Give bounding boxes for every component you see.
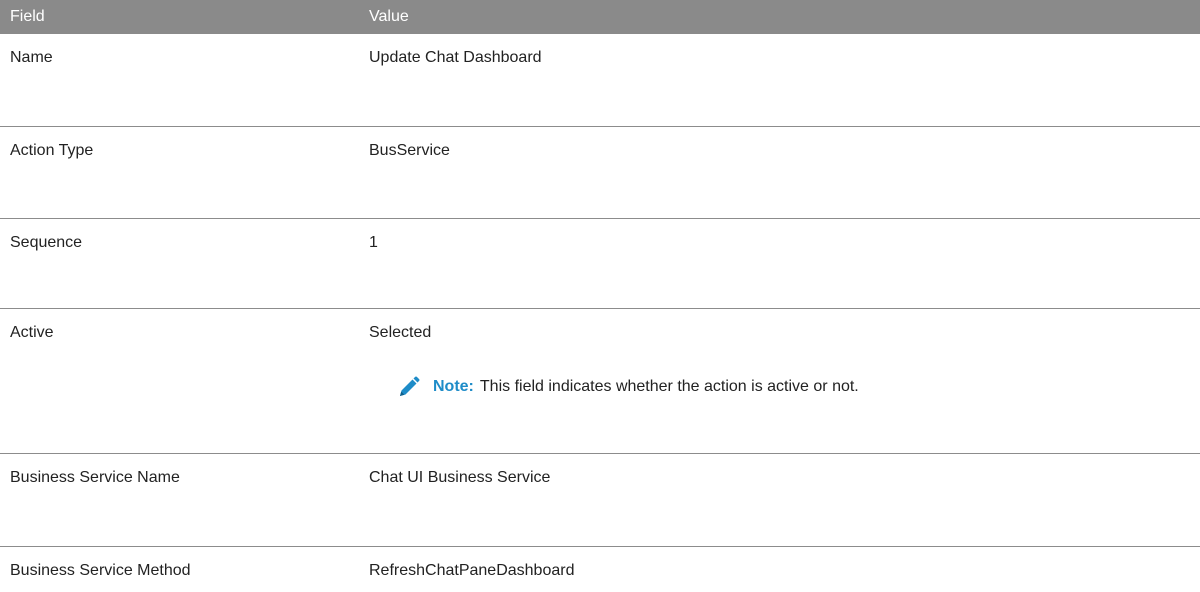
value-cell-with-note: Selected Note: This field indicates whet… (365, 308, 1200, 454)
table-row: Business Service Name Chat UI Business S… (0, 453, 1200, 547)
value-cell: 1 (365, 218, 1200, 309)
note-callout: Note: This field indicates whether the a… (397, 375, 1200, 399)
field-cell: Action Type (0, 126, 365, 219)
note-text: This field indicates whether the action … (479, 377, 859, 395)
value-cell: BusService (365, 126, 1200, 219)
header-row: Field Value (0, 0, 1200, 34)
field-cell: Name (0, 34, 365, 127)
header-field: Field (0, 0, 365, 34)
field-cell: Business Service Method (10, 561, 191, 579)
pencil-icon (397, 375, 421, 399)
value-cell: Update Chat Dashboard (365, 34, 1200, 127)
table-row: Sequence 1 (0, 218, 1200, 309)
table-body: Name Update Chat Dashboard Action Type B… (0, 34, 1200, 592)
value-text: Selected (369, 323, 432, 341)
table-row: Action Type BusService (0, 126, 1200, 219)
field-cell: Active (0, 308, 365, 454)
properties-table: Field Value Name Update Chat Dashboard A… (0, 0, 1200, 592)
header-value: Value (365, 0, 1200, 34)
field-cell: Sequence (0, 218, 365, 309)
field-cell: Business Service Name (0, 453, 365, 547)
value-cell: Chat UI Business Service (365, 453, 1200, 547)
note-label: Note: (433, 377, 474, 395)
table-row: Active Selected Note: This field indicat… (0, 308, 1200, 454)
table-row: Name Update Chat Dashboard (0, 34, 1200, 127)
value-cell: RefreshChatPaneDashboard (369, 561, 575, 579)
table-header: Field Value (0, 0, 1200, 34)
table-row: Business Service Method RefreshChatPaneD… (0, 546, 1200, 592)
